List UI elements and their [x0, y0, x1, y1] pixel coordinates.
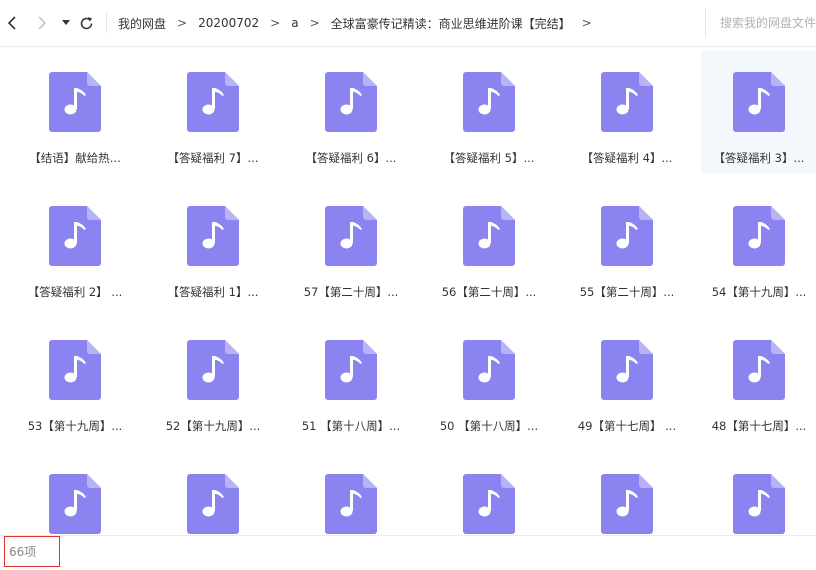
refresh-icon [80, 16, 92, 29]
music-file-icon [325, 206, 377, 266]
file-item[interactable] [701, 452, 816, 534]
file-name: 【答疑福利 2】 ... [27, 285, 123, 299]
file-item[interactable]: 53【第十九周】... [17, 318, 133, 442]
file-name: 【答疑福利 5】... [443, 151, 535, 165]
file-item[interactable]: 57【第二十周】... [293, 184, 409, 308]
file-item[interactable]: 54【第十九周】... [701, 184, 816, 308]
file-item[interactable]: 【答疑福利 1】... [155, 184, 271, 308]
file-name: 【结语】献给热... [29, 151, 121, 165]
music-file-icon [49, 206, 101, 266]
caret-down-icon [62, 20, 70, 25]
file-item[interactable]: 56【第二十周】... [431, 184, 547, 308]
file-item[interactable]: 【答疑福利 2】 ... [17, 184, 133, 308]
forward-button[interactable] [33, 13, 51, 33]
file-name: 52【第十九周】... [165, 419, 261, 433]
music-file-icon [187, 72, 239, 132]
history-dropdown-button[interactable] [57, 13, 75, 33]
file-name: 57【第二十周】... [303, 285, 399, 299]
file-grid: 【结语】献给热... 【答疑福利 7】... 【答疑福利 6】... 【答疑福利 5】… [0, 47, 816, 534]
refresh-button[interactable] [77, 13, 95, 33]
music-file-icon [601, 340, 653, 400]
file-name: 50 【第十八周】... [439, 419, 539, 433]
file-item[interactable] [155, 452, 271, 534]
music-file-icon [463, 206, 515, 266]
breadcrumb-expand-button[interactable]: > [582, 16, 592, 30]
search-box [705, 8, 816, 38]
breadcrumb-item-my-netdisk[interactable]: 我的网盘 [118, 15, 166, 32]
breadcrumb-separator: > [270, 16, 281, 30]
music-file-icon [49, 340, 101, 400]
file-item[interactable]: 【答疑福利 3】... [701, 50, 816, 174]
file-name: 【答疑福利 6】... [305, 151, 397, 165]
music-file-icon [325, 340, 377, 400]
music-file-icon [187, 340, 239, 400]
file-item[interactable]: 【结语】献给热... [17, 50, 133, 174]
file-item[interactable] [431, 452, 547, 534]
item-count: 66项 [4, 536, 60, 567]
file-item[interactable]: 50 【第十八周】... [431, 318, 547, 442]
breadcrumb: 我的网盘 > 20200702 > a > 全球富豪传记精读：商业思维进阶课【完… [118, 0, 706, 46]
file-item[interactable]: 49【第十七周】 ... [569, 318, 685, 442]
chevron-right-icon [38, 16, 47, 30]
status-bar: 66项 [0, 535, 816, 570]
breadcrumb-item-20200702[interactable]: 20200702 [198, 16, 259, 30]
file-name: 53【第十九周】... [27, 419, 123, 433]
breadcrumb-item-current-folder[interactable]: 全球富豪传记精读：商业思维进阶课【完结】 [331, 15, 571, 32]
music-file-icon [187, 474, 239, 534]
nav-divider [106, 13, 107, 33]
back-button[interactable] [3, 13, 21, 33]
file-item[interactable]: 55【第二十周】... [569, 184, 685, 308]
breadcrumb-item-a[interactable]: a [291, 16, 298, 30]
music-file-icon [187, 206, 239, 266]
file-name: 【答疑福利 1】... [167, 285, 259, 299]
music-file-icon [463, 474, 515, 534]
file-item[interactable] [293, 452, 409, 534]
file-item[interactable] [17, 452, 133, 534]
file-item[interactable]: 48【第十七周】... [701, 318, 816, 442]
file-name: 【答疑福利 3】... [713, 151, 805, 165]
breadcrumb-separator: > [309, 16, 320, 30]
music-file-icon [733, 474, 785, 534]
music-file-icon [601, 206, 653, 266]
file-name: 49【第十七周】 ... [577, 419, 677, 433]
music-file-icon [601, 72, 653, 132]
file-item[interactable] [569, 452, 685, 534]
file-item[interactable]: 【答疑福利 7】... [155, 50, 271, 174]
file-name: 【答疑福利 4】... [581, 151, 673, 165]
music-file-icon [463, 340, 515, 400]
file-item[interactable]: 【答疑福利 5】... [431, 50, 547, 174]
file-name: 48【第十七周】... [711, 419, 807, 433]
music-file-icon [733, 340, 785, 400]
music-file-icon [325, 72, 377, 132]
file-name: 56【第二十周】... [441, 285, 537, 299]
file-name: 55【第二十周】... [579, 285, 675, 299]
file-name: 54【第十九周】... [711, 285, 807, 299]
music-file-icon [733, 206, 785, 266]
search-input[interactable] [720, 16, 816, 30]
music-file-icon [49, 72, 101, 132]
music-file-icon [733, 72, 785, 132]
file-item[interactable]: 51 【第十八周】... [293, 318, 409, 442]
music-file-icon [49, 474, 101, 534]
music-file-icon [325, 474, 377, 534]
music-file-icon [601, 474, 653, 534]
file-item[interactable]: 【答疑福利 4】... [569, 50, 685, 174]
file-name: 【答疑福利 7】... [167, 151, 259, 165]
music-file-icon [463, 72, 515, 132]
navigation-bar: 我的网盘 > 20200702 > a > 全球富豪传记精读：商业思维进阶课【完… [0, 0, 816, 47]
breadcrumb-separator: > [177, 16, 188, 30]
file-item[interactable]: 【答疑福利 6】... [293, 50, 409, 174]
chevron-left-icon [7, 16, 16, 30]
file-item[interactable]: 52【第十九周】... [155, 318, 271, 442]
file-name: 51 【第十八周】... [301, 419, 401, 433]
